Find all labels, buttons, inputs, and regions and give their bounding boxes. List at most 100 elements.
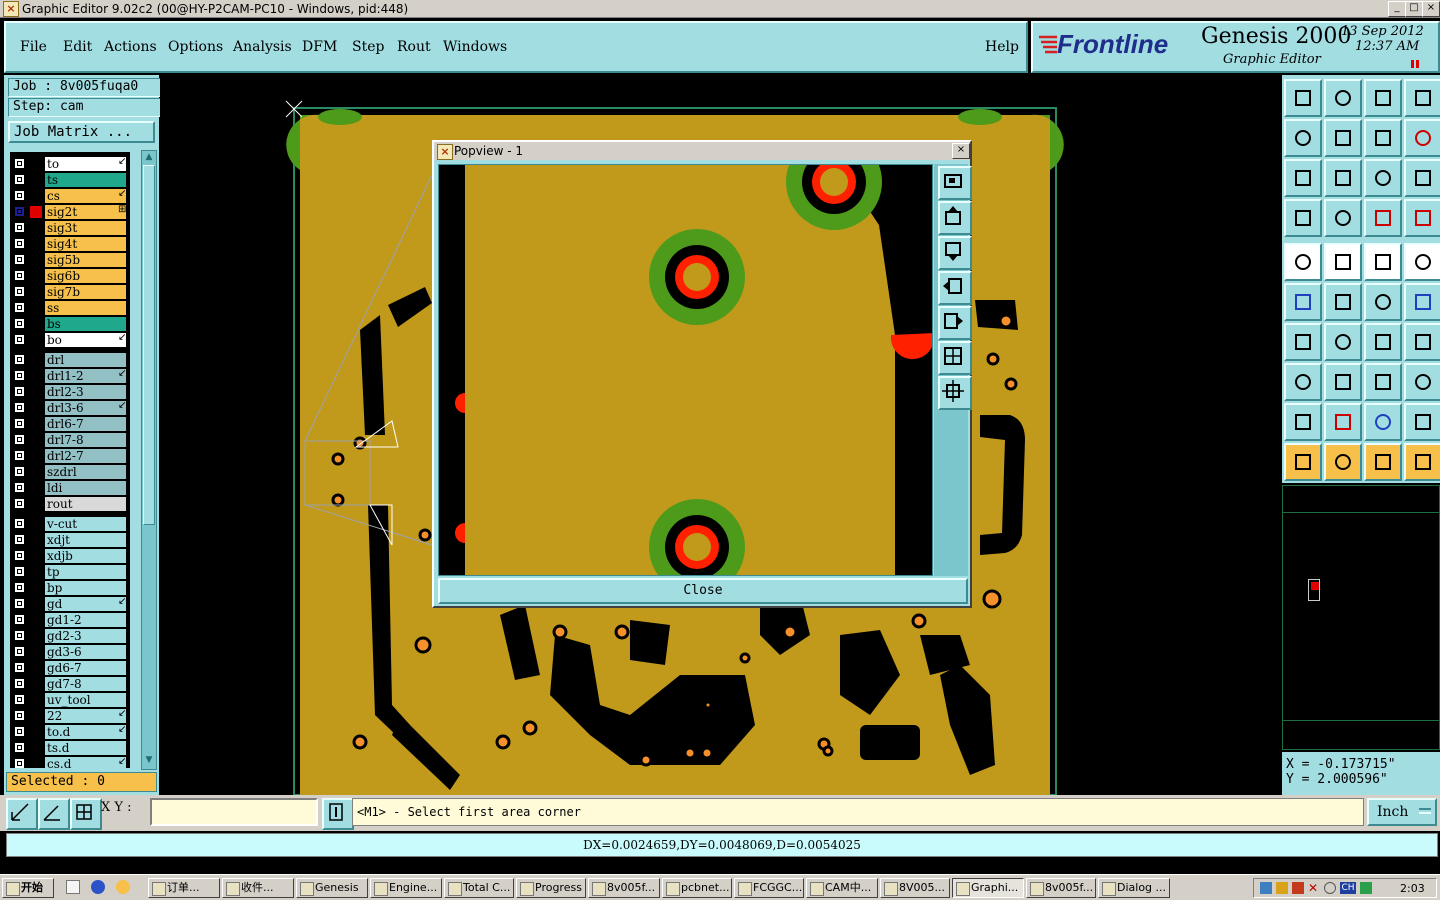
tray-input-icon[interactable]	[1360, 882, 1372, 894]
triangle-icon[interactable]	[1284, 403, 1322, 441]
undo-icon[interactable]	[1364, 119, 1402, 157]
minimize-button[interactable]: _	[1388, 1, 1406, 17]
quicklaunch-browser-icon[interactable]	[91, 880, 105, 894]
layer-name[interactable]: ts	[45, 173, 126, 187]
line-edit-icon[interactable]	[1324, 363, 1362, 401]
units-dropdown-icon[interactable]	[1419, 808, 1431, 814]
layer-name[interactable]: sig7b	[45, 285, 126, 299]
layer-name[interactable]: drl2-7	[45, 449, 126, 463]
cross-icon[interactable]	[1324, 283, 1362, 321]
arc-icon[interactable]	[1364, 323, 1402, 361]
layer-checkbox[interactable]	[14, 466, 25, 477]
layer-checkbox[interactable]	[14, 370, 25, 381]
layer-name[interactable]: ts.d	[45, 741, 126, 755]
info-icon[interactable]	[322, 798, 354, 830]
taskbar-item[interactable]: Dialog ...	[1098, 878, 1170, 898]
move-pad-icon[interactable]	[1284, 363, 1322, 401]
layer-name[interactable]: sig4t	[45, 237, 126, 251]
layer-row-cs[interactable]: cs ↙	[10, 188, 130, 204]
menu-step[interactable]: Step	[352, 39, 384, 55]
layer-row-sig4t[interactable]: sig4t	[10, 236, 130, 252]
scroll-thumb[interactable]	[143, 165, 155, 525]
scroll-down-icon[interactable]: ▼	[143, 755, 155, 765]
layer-row-gd1-2[interactable]: gd1-2	[10, 612, 130, 628]
layer-checkbox[interactable]	[14, 614, 25, 625]
layer-name[interactable]: xdjt	[45, 533, 126, 547]
layer-row-sig3t[interactable]: sig3t	[10, 220, 130, 236]
layer-name[interactable]: bo	[45, 333, 126, 347]
grid-icon[interactable]	[1324, 199, 1362, 237]
ruler-icon[interactable]	[1364, 243, 1402, 281]
layer-scrollbar[interactable]: ▲ ▼	[141, 150, 157, 770]
menu-edit[interactable]: Edit	[63, 39, 92, 55]
layer-name[interactable]: drl6-7	[45, 417, 126, 431]
layer-row-sig2t[interactable]: sig2t ⊞	[10, 204, 130, 220]
zoom-center-icon[interactable]	[1324, 159, 1362, 197]
layer-row-szdrl[interactable]: szdrl	[10, 464, 130, 480]
layer-row-ldi[interactable]: ldi	[10, 480, 130, 496]
layer-checkbox[interactable]	[14, 286, 25, 297]
tray-tool-icon[interactable]	[1292, 882, 1304, 894]
layer-row-tp[interactable]: tp	[10, 564, 130, 580]
taskbar-item[interactable]: 8v005f...	[588, 878, 660, 898]
layer-checkbox[interactable]	[14, 302, 25, 313]
layer-checkbox[interactable]	[14, 206, 25, 217]
layer-checkbox[interactable]	[14, 434, 25, 445]
popview-close-button[interactable]: Close	[438, 578, 968, 604]
taskbar-item[interactable]: Graphi...	[952, 878, 1024, 898]
layer-name[interactable]: ss	[45, 301, 126, 315]
layer-checkbox[interactable]	[14, 758, 25, 768]
layer-name[interactable]: 22	[45, 709, 126, 723]
arrow-diagonal-icon[interactable]	[1364, 283, 1402, 321]
net-highlight-icon[interactable]	[1404, 199, 1440, 237]
layer-checkbox[interactable]	[14, 418, 25, 429]
layer-name[interactable]: xdjb	[45, 549, 126, 563]
layer-name[interactable]: bp	[45, 581, 126, 595]
layer-checkbox[interactable]	[14, 710, 25, 721]
taskbar-item[interactable]: Progress	[516, 878, 586, 898]
layer-name[interactable]: sig5b	[45, 253, 126, 267]
layer-row-bs[interactable]: bs	[10, 316, 130, 332]
pv-pan-right-icon[interactable]	[938, 306, 972, 340]
layer-row-sig5b[interactable]: sig5b	[10, 252, 130, 268]
layer-name[interactable]: bs	[45, 317, 126, 331]
layer-row-ts[interactable]: ts	[10, 172, 130, 188]
layer-row-drl2-3[interactable]: drl2-3	[10, 384, 130, 400]
popview-canvas[interactable]	[438, 164, 933, 576]
layer-checkbox[interactable]	[14, 238, 25, 249]
layer-row-ss[interactable]: ss	[10, 300, 130, 316]
circle-select-icon[interactable]	[1404, 243, 1440, 281]
units-selector[interactable]: Inch	[1367, 798, 1437, 826]
quicklaunch-desktop-icon[interactable]	[66, 880, 80, 894]
menu-analysis[interactable]: Analysis	[233, 39, 292, 55]
layer-name[interactable]: to	[45, 157, 126, 171]
layer-row-gd7-8[interactable]: gd7-8	[10, 676, 130, 692]
tray-x-icon[interactable]: ✕	[1308, 882, 1320, 894]
snap-grid-icon[interactable]	[70, 798, 102, 830]
layer-checkbox[interactable]	[14, 482, 25, 493]
layer-name[interactable]: cs	[45, 189, 126, 203]
maximize-button[interactable]: □	[1405, 1, 1423, 17]
pv-zoom-in-icon[interactable]	[938, 376, 972, 410]
layer-row-gd2-3[interactable]: gd2-3	[10, 628, 130, 644]
zoom-1to1-icon[interactable]	[1364, 159, 1402, 197]
layer-name[interactable]: uv_tool	[45, 693, 126, 707]
taskbar-item[interactable]: Genesis	[296, 878, 368, 898]
pv-pan-up-icon[interactable]	[938, 201, 972, 235]
layer-checkbox[interactable]	[14, 662, 25, 673]
save-icon[interactable]	[1324, 79, 1362, 117]
layer-name[interactable]: szdrl	[45, 465, 126, 479]
layer-row-gd3-6[interactable]: gd3-6	[10, 644, 130, 660]
layer-name[interactable]: drl3-6	[45, 401, 126, 415]
net-icon[interactable]	[1364, 199, 1402, 237]
xy-input[interactable]	[150, 798, 318, 826]
layer-name[interactable]: gd3-6	[45, 645, 126, 659]
layer-checkbox[interactable]	[14, 402, 25, 413]
layer-row-uv_tool[interactable]: uv_tool	[10, 692, 130, 708]
layer-name[interactable]: gd7-8	[45, 677, 126, 691]
add-line-icon[interactable]	[1324, 243, 1362, 281]
layer-row-drl2-7[interactable]: drl2-7	[10, 448, 130, 464]
menu-windows[interactable]: Windows	[443, 39, 507, 55]
layer-name[interactable]: sig2t	[45, 205, 126, 219]
route-icon[interactable]	[1404, 443, 1440, 481]
